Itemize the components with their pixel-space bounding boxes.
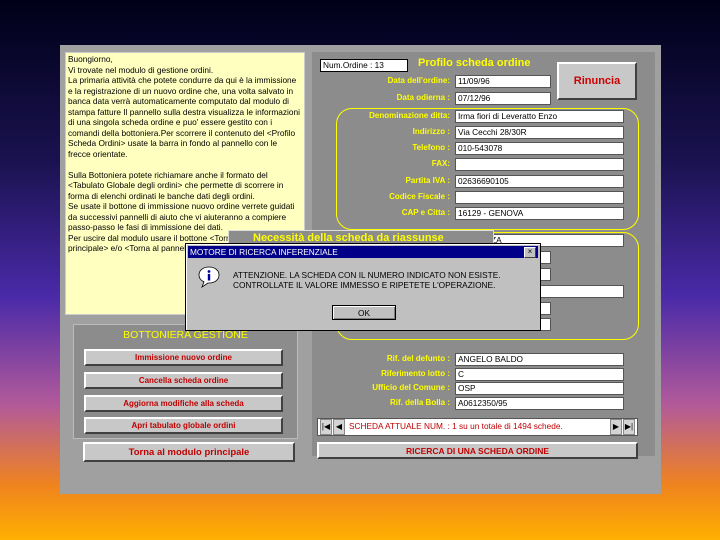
vat-field[interactable]: 02636690105	[455, 175, 624, 188]
municipal-office-field[interactable]: OSP	[455, 382, 624, 395]
back-to-main-button[interactable]: Torna al modulo principale	[83, 442, 295, 462]
order-number-field[interactable]: Num.Ordine : 13	[320, 59, 408, 72]
lot-ref-field[interactable]: C	[455, 368, 624, 381]
profile-title: Profilo scheda ordine	[418, 57, 531, 69]
lot-ref-label: Riferimento lotto :	[381, 369, 450, 378]
dialog-title: MOTORE DI RICERCA INFERENZIALE	[190, 247, 338, 257]
zip-city-label: CAP e Citta :	[401, 208, 450, 217]
dialog-title-bar: MOTORE DI RICERCA INFERENZIALE ×	[188, 246, 538, 258]
address-field[interactable]: Via Cecchi 28/30R	[455, 126, 624, 139]
tax-code-field[interactable]	[455, 191, 624, 204]
municipal-office-label: Ufficio del Comune :	[372, 383, 450, 392]
bill-ref-label: Rif. della Bolla :	[389, 398, 450, 407]
info-icon	[198, 266, 220, 288]
deceased-ref-label: Rif. del defunto :	[386, 354, 450, 363]
last-record-icon[interactable]: ▶|	[623, 419, 635, 435]
desktop: { "info_text": "Buongiorno,\nVi trovate …	[0, 0, 720, 540]
dialog-message: ATTENZIONE. LA SCHEDA CON IL NUMERO INDI…	[233, 270, 501, 290]
delete-order-button[interactable]: Cancella scheda ordine	[84, 372, 283, 389]
bill-ref-field[interactable]: A0612350/95	[455, 397, 624, 410]
zip-city-field[interactable]: 16129 - GENOVA	[455, 207, 624, 220]
vat-label: Partita IVA :	[405, 176, 450, 185]
next-record-icon[interactable]: ▶	[610, 419, 622, 435]
alert-dialog: MOTORE DI RICERCA INFERENZIALE × ATTENZI…	[185, 243, 541, 331]
open-global-list-button[interactable]: Apri tabulato globale ordini	[84, 417, 283, 434]
address-label: Indirizzo :	[412, 127, 450, 136]
cancel-button[interactable]: Rinuncia	[557, 62, 637, 100]
fax-field[interactable]	[455, 158, 624, 171]
record-position-text: SCHEDA ATTUALE NUM. : 1 su un totale di …	[349, 421, 563, 431]
button-panel: BOTTONIERA GESTIONE Immissione nuovo ord…	[73, 324, 298, 439]
tax-code-label: Codice Fiscale :	[389, 192, 450, 201]
new-order-button[interactable]: Immissione nuovo ordine	[84, 349, 283, 366]
order-date-field[interactable]: 11/09/96	[455, 75, 551, 88]
today-date-field[interactable]: 07/12/96	[455, 92, 551, 105]
dialog-message-line-1: ATTENZIONE. LA SCHEDA CON IL NUMERO INDI…	[233, 270, 501, 280]
deceased-ref-field[interactable]: ANGELO BALDO	[455, 353, 624, 366]
dialog-message-line-2: CONTROLLATE IL VALORE IMMESSO E RIPETETE…	[233, 280, 496, 290]
today-date-label: Data odierna :	[396, 93, 450, 102]
previous-record-icon[interactable]: ◀	[333, 419, 345, 435]
fax-label: FAX:	[431, 159, 450, 168]
record-navigation-bar: |◀ ◀ SCHEDA ATTUALE NUM. : 1 su un total…	[317, 418, 638, 436]
phone-field[interactable]: 010-543078	[455, 142, 624, 155]
search-order-button[interactable]: RICERCA DI UNA SCHEDA ORDINE	[317, 442, 638, 459]
order-date-label: Data dell'ordine:	[387, 76, 450, 85]
first-record-icon[interactable]: |◀	[320, 419, 332, 435]
close-icon[interactable]: ×	[524, 247, 536, 258]
company-name-field[interactable]: Irma fiori di Leveratto Enzo	[455, 110, 624, 123]
update-order-button[interactable]: Aggiorna modifiche alla scheda	[84, 395, 283, 412]
company-name-label: Denominazione ditta:	[369, 111, 450, 120]
ok-button[interactable]: OK	[332, 305, 396, 320]
phone-label: Telefono :	[412, 143, 450, 152]
